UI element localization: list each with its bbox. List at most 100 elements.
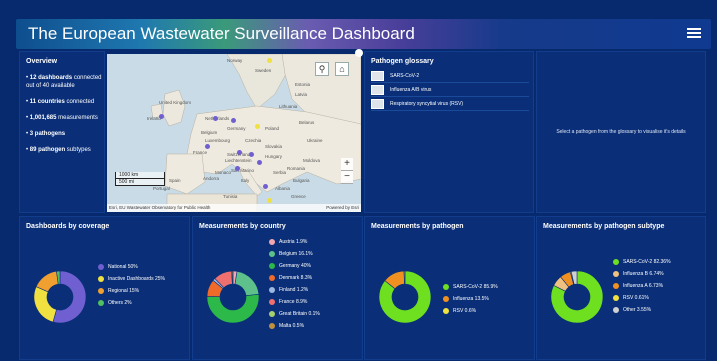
map-label: France	[193, 150, 208, 155]
legend-item: Malta 0.5%	[269, 322, 320, 334]
coverage-legend: National 50% Inactive Dashboards 25% Reg…	[98, 263, 165, 311]
detail-hint: Select a pathogen from the glossary to v…	[556, 129, 686, 135]
map-label: Belarus	[299, 120, 315, 125]
map-marker[interactable]	[267, 198, 272, 203]
zoom-in-button[interactable]: +	[341, 158, 353, 171]
glossary-item-rsv[interactable]: Respiratory syncytial virus (RSV)	[371, 98, 529, 111]
map-label: Liechtenstein	[225, 158, 252, 163]
legend-item: Great Britain 0.1%	[269, 310, 320, 322]
zoom-out-button[interactable]: −	[341, 171, 353, 184]
map-scale: 1000 km 500 mi	[115, 172, 165, 188]
overview-item: • 1,001,685 measurements	[26, 115, 98, 121]
map-marker[interactable]	[249, 152, 254, 157]
legend-item: Influenza B 6.74%	[613, 270, 671, 282]
virus-icon	[371, 98, 384, 109]
map-label: Norway	[227, 58, 243, 63]
europe-map[interactable]: Norway Sweden Estonia Latvia Lithuania U…	[107, 54, 361, 212]
map-marker[interactable]	[237, 150, 242, 155]
map-label: Poland	[265, 126, 280, 131]
map-marker[interactable]	[257, 160, 262, 165]
map-label: Bulgaria	[293, 178, 310, 183]
overview-item: • 3 pathogens	[26, 131, 66, 137]
overview-panel: Overview • 12 dashboards connected out o…	[19, 51, 105, 213]
subtype-chart-panel: Measurements by pathogen subtype SARS-Co…	[536, 216, 706, 360]
search-icon[interactable]: ⚲	[315, 62, 329, 76]
legend-item: Inactive Dashboards 25%	[98, 275, 165, 287]
map-marker[interactable]	[205, 144, 210, 149]
map-land	[150, 54, 361, 212]
country-legend: Austria 1.9% Belgium 16.1% Germany 40% D…	[269, 238, 320, 334]
map-label: Hungary	[265, 154, 283, 159]
map-marker[interactable]	[267, 58, 272, 63]
overview-item: • 11 countries connected	[26, 99, 95, 105]
map-label: Romania	[287, 166, 306, 171]
map-marker[interactable]	[159, 114, 164, 119]
map-label: Lithuania	[279, 104, 298, 109]
map-label: Albania	[275, 186, 291, 191]
map-label: Luxembourg	[205, 138, 231, 143]
menu-icon[interactable]	[687, 26, 701, 40]
coverage-chart-panel: Dashboards by coverage National 50% Inac…	[19, 216, 190, 360]
glossary-item-sars-cov-2[interactable]: SARS-CoV-2	[371, 70, 529, 83]
map-marker[interactable]	[263, 184, 268, 189]
country-chart-panel: Measurements by country Austria 1.9% Bel…	[192, 216, 363, 360]
legend-item: Influenza A 6.73%	[613, 282, 671, 294]
powered-by-link[interactable]: Powered by Esri	[326, 204, 359, 212]
map-label: United Kingdom	[159, 100, 192, 105]
map-attribution: Esri, EU Wastewater Observatory for Publ…	[107, 204, 361, 212]
legend-item: National 50%	[98, 263, 165, 275]
dashboard-header: The European Wastewater Surveillance Das…	[16, 19, 711, 49]
map-marker[interactable]	[255, 124, 260, 129]
scale-mi: 500 mi	[115, 179, 165, 186]
map-label: Slovakia	[265, 144, 283, 149]
map-marker[interactable]	[213, 116, 218, 121]
map-label: Germany	[227, 126, 246, 131]
legend-item: Others 2%	[98, 299, 165, 311]
overview-item: • 89 pathogen subtypes	[26, 147, 91, 153]
donut-slice[interactable]	[231, 270, 234, 285]
legend-item: Other 3.55%	[613, 306, 671, 318]
legend-item: Belgium 16.1%	[269, 250, 320, 262]
pathogen-legend: SARS-CoV-2 85.9% Influenza 13.5% RSV 0.6…	[443, 283, 498, 319]
map-marker[interactable]	[235, 166, 240, 171]
map-label: Monaco	[215, 170, 232, 175]
donut-slice[interactable]	[33, 286, 57, 323]
donut-slice[interactable]	[206, 294, 260, 324]
home-icon[interactable]: ⌂	[335, 62, 349, 76]
glossary-item-influenza[interactable]: Influenza A/B virus	[371, 84, 529, 97]
map-label: Sweden	[255, 68, 272, 73]
subtype-legend: SARS-CoV-2 82.36% Influenza B 6.74% Infl…	[613, 258, 671, 318]
donut-slice[interactable]	[403, 270, 406, 285]
dashboard-title: The European Wastewater Surveillance Das…	[28, 24, 415, 43]
map-marker[interactable]	[231, 118, 236, 123]
overview-title: Overview	[26, 58, 58, 65]
map-label: Andorra	[203, 176, 220, 181]
virus-icon	[371, 70, 384, 81]
map-label: Italy	[241, 178, 250, 183]
glossary-title: Pathogen glossary	[371, 58, 434, 65]
donut-slice[interactable]	[234, 270, 260, 297]
legend-item: Austria 1.9%	[269, 238, 320, 250]
map-label: Estonia	[295, 82, 311, 87]
legend-item: Finland 1.2%	[269, 286, 320, 298]
zoom-controls: + −	[341, 158, 353, 184]
legend-item: Regional 15%	[98, 287, 165, 299]
map-label: Moldova	[303, 158, 321, 163]
map-label: Czechia	[245, 138, 262, 143]
map-label: Ukraine	[307, 138, 323, 143]
map-expand-icon[interactable]	[355, 49, 363, 57]
map-label: Spain	[169, 178, 181, 183]
map-label: Latvia	[295, 92, 308, 97]
map-label: Belgium	[201, 130, 218, 135]
legend-item: SARS-CoV-2 82.36%	[613, 258, 671, 270]
map-label: Tunisia	[223, 194, 238, 199]
map-label: Greece	[291, 194, 306, 199]
legend-item: RSV 0.6%	[443, 307, 498, 319]
scale-km: 1000 km	[115, 172, 165, 179]
legend-item: France 8.9%	[269, 298, 320, 310]
virus-icon	[371, 84, 384, 95]
legend-item: Denmark 8.3%	[269, 274, 320, 286]
map-label: Serbia	[273, 170, 287, 175]
pathogen-chart-panel: Measurements by pathogen SARS-CoV-2 85.9…	[364, 216, 535, 360]
glossary-panel: Pathogen glossary SARS-CoV-2 Influenza A…	[364, 51, 534, 213]
